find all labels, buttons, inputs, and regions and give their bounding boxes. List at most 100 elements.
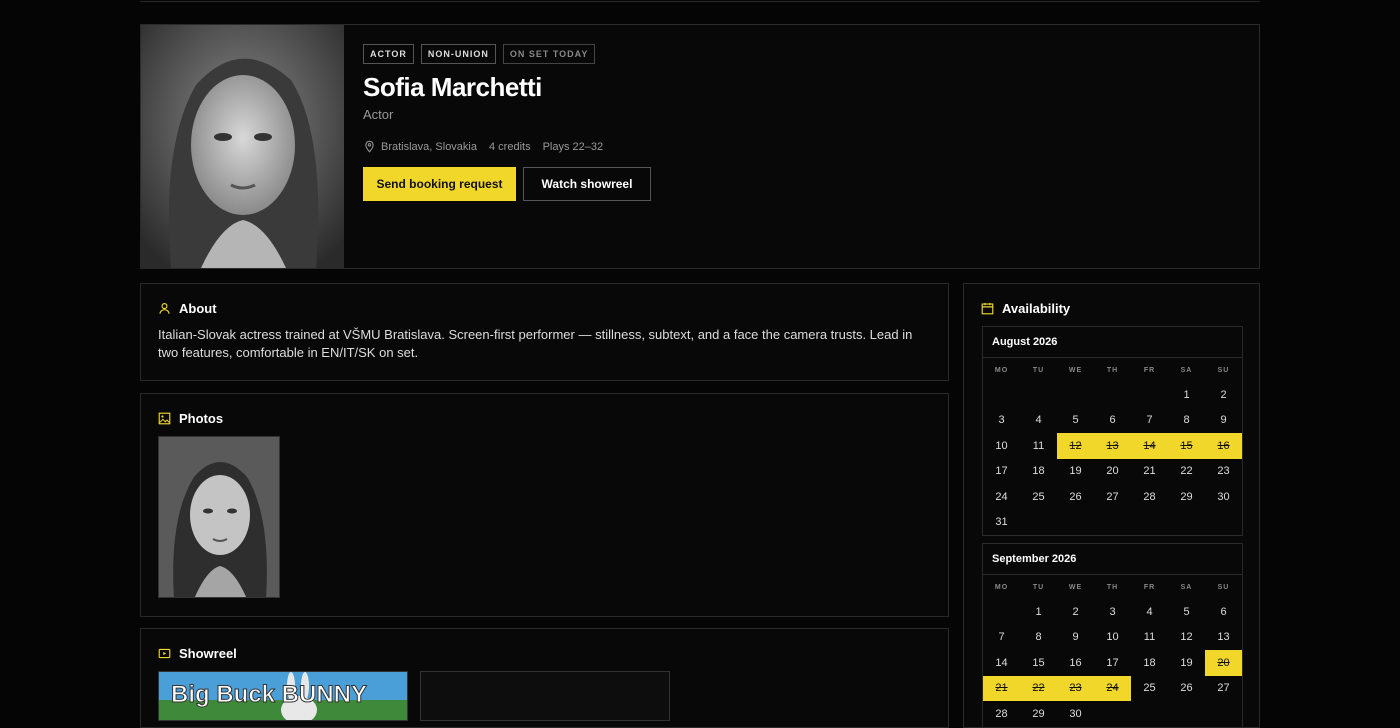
calendar-day-booked[interactable]: 22 — [1020, 675, 1057, 701]
playing-age: Plays 22–32 — [542, 140, 604, 153]
badge-row: ACTOR NON-UNION ON SET TODAY — [363, 44, 651, 64]
calendar-day[interactable]: 1 — [1168, 382, 1205, 408]
calendar-day[interactable]: 31 — [983, 510, 1020, 536]
showreel-video-1[interactable]: Big Buck BUNNY — [158, 671, 408, 721]
weekday-label: SA — [1180, 583, 1193, 591]
calendar-day[interactable]: 2 — [1205, 382, 1242, 408]
calendar-day[interactable]: 26 — [1057, 484, 1094, 510]
calendar-day[interactable]: 6 — [1094, 408, 1131, 434]
calendar-day[interactable]: 28 — [1131, 484, 1168, 510]
calendar-day[interactable]: 3 — [1094, 599, 1131, 625]
watch-showreel-button[interactable]: Watch showreel — [523, 167, 651, 201]
weekday-label: WE — [1068, 583, 1083, 591]
calendar-day[interactable]: 23 — [1205, 459, 1242, 485]
calendar-day-booked[interactable]: 24 — [1094, 675, 1131, 701]
calendar-day[interactable]: 11 — [1020, 433, 1057, 459]
calendar-day[interactable]: 30 — [1057, 701, 1094, 727]
calendar-day[interactable]: 27 — [1094, 484, 1131, 510]
calendar-day[interactable]: 29 — [1168, 484, 1205, 510]
calendar-day[interactable]: 5 — [1057, 408, 1094, 434]
calendar-day-booked[interactable]: 23 — [1057, 675, 1094, 701]
calendar-day[interactable]: 7 — [983, 625, 1020, 651]
about-card: About Italian-Slovak actress trained at … — [140, 283, 949, 381]
day-grid: 1 2 3 4 5 6 7 8 9 10 11 12 13 14 15 16 17 18 19 20 21 22 23 24 2… — [983, 382, 1242, 535]
calendar-day[interactable]: 21 — [1131, 459, 1168, 485]
calendar-day-booked[interactable]: 14 — [1131, 433, 1168, 459]
calendar-day[interactable]: 9 — [1205, 408, 1242, 434]
profile-hero: ACTOR NON-UNION ON SET TODAY Sofia March… — [140, 24, 1260, 269]
calendar-day[interactable]: 5 — [1168, 599, 1205, 625]
calendar-icon — [981, 302, 994, 315]
photos-title: Photos — [179, 411, 224, 426]
calendar-day[interactable]: 17 — [983, 459, 1020, 485]
calendar-day[interactable]: 11 — [1131, 625, 1168, 651]
calendar-day[interactable]: 17 — [1094, 650, 1131, 676]
calendar-day[interactable]: 3 — [983, 408, 1020, 434]
calendar-day[interactable]: 7 — [1131, 408, 1168, 434]
weekday-label: TU — [1032, 366, 1045, 374]
calendar-day[interactable]: 12 — [1168, 625, 1205, 651]
calendar-day[interactable]: 8 — [1020, 625, 1057, 651]
calendar-day[interactable]: 25 — [1020, 484, 1057, 510]
calendar-day-booked[interactable]: 21 — [983, 675, 1020, 701]
user-icon — [159, 303, 170, 314]
calendar-day[interactable]: 8 — [1168, 408, 1205, 434]
calendar-day[interactable]: 13 — [1205, 625, 1242, 651]
badge-non-union: NON-UNION — [420, 44, 496, 64]
calendar-day-booked[interactable]: 15 — [1168, 433, 1205, 459]
badge-actor: ACTOR — [363, 44, 414, 64]
video-icon — [158, 648, 171, 659]
calendar-day[interactable]: 24 — [983, 484, 1020, 510]
weekday-label: SA — [1180, 366, 1193, 374]
calendar-day[interactable]: 18 — [1131, 650, 1168, 676]
availability-card: Availability August 2026 MO TU WE TH FR SA SU … — [963, 283, 1260, 728]
about-text: Italian-Slovak actress trained at VŠMU B… — [158, 327, 913, 360]
calendar-month-august: August 2026 MO TU WE TH FR SA SU 1 2 3 4 5 6 7 8 9 10 11… — [982, 326, 1243, 536]
weekday-label: FR — [1143, 366, 1156, 374]
send-booking-request-button[interactable]: Send booking request — [363, 167, 516, 201]
credits-count: 4 credits — [489, 140, 531, 153]
calendar-day[interactable]: 16 — [1057, 650, 1094, 676]
location: Bratislava, Slovakia — [363, 140, 477, 153]
calendar-day[interactable]: 29 — [1020, 701, 1057, 727]
photos-card: Photos — [140, 393, 949, 617]
calendar-day[interactable]: 26 — [1168, 676, 1205, 702]
calendar-day[interactable]: 10 — [1094, 625, 1131, 651]
weekday-label: MO — [994, 366, 1009, 374]
calendar-day[interactable]: 14 — [983, 650, 1020, 676]
weekday-header: MO TU WE TH FR SA SU — [983, 575, 1242, 599]
calendar-day[interactable]: 28 — [983, 701, 1020, 727]
calendar-day[interactable]: 30 — [1205, 484, 1242, 510]
calendar-day[interactable]: 27 — [1205, 676, 1242, 702]
calendar-day[interactable]: 20 — [1094, 459, 1131, 485]
calendar-day[interactable]: 19 — [1168, 650, 1205, 676]
empty-day — [983, 599, 1020, 625]
weekday-label: WE — [1068, 366, 1083, 374]
calendar-day-booked[interactable]: 12 — [1057, 433, 1094, 459]
month-label: September 2026 — [983, 544, 1242, 575]
calendar-day[interactable]: 19 — [1057, 459, 1094, 485]
calendar-day-booked[interactable]: 16 — [1205, 433, 1242, 459]
calendar-day[interactable]: 15 — [1020, 650, 1057, 676]
day-grid: 1 2 3 4 5 6 7 8 9 10 11 12 13 14 15 16 17 18 19 20 21 22 23 24 2… — [983, 599, 1242, 727]
calendar-day[interactable]: 4 — [1131, 599, 1168, 625]
showreel-video-2[interactable] — [420, 671, 670, 721]
calendar-day[interactable]: 9 — [1057, 625, 1094, 651]
empty-day — [1094, 382, 1131, 408]
empty-day — [1057, 382, 1094, 408]
profile-name: Sofia Marchetti — [363, 72, 542, 102]
calendar-day-booked[interactable]: 20 — [1205, 650, 1242, 676]
calendar-day[interactable]: 25 — [1131, 676, 1168, 702]
photo-thumbnail[interactable] — [158, 436, 280, 598]
calendar-day[interactable]: 22 — [1168, 459, 1205, 485]
about-title: About — [179, 301, 217, 316]
calendar-day[interactable]: 6 — [1205, 599, 1242, 625]
calendar-day[interactable]: 10 — [983, 433, 1020, 459]
headshot-photo — [141, 25, 344, 268]
calendar-day[interactable]: 1 — [1020, 599, 1057, 625]
showreel-card: Showreel Big Buck BUNNY — [140, 628, 949, 728]
calendar-day[interactable]: 4 — [1020, 408, 1057, 434]
calendar-day[interactable]: 2 — [1057, 599, 1094, 625]
calendar-day[interactable]: 18 — [1020, 459, 1057, 485]
calendar-day-booked[interactable]: 13 — [1094, 433, 1131, 459]
